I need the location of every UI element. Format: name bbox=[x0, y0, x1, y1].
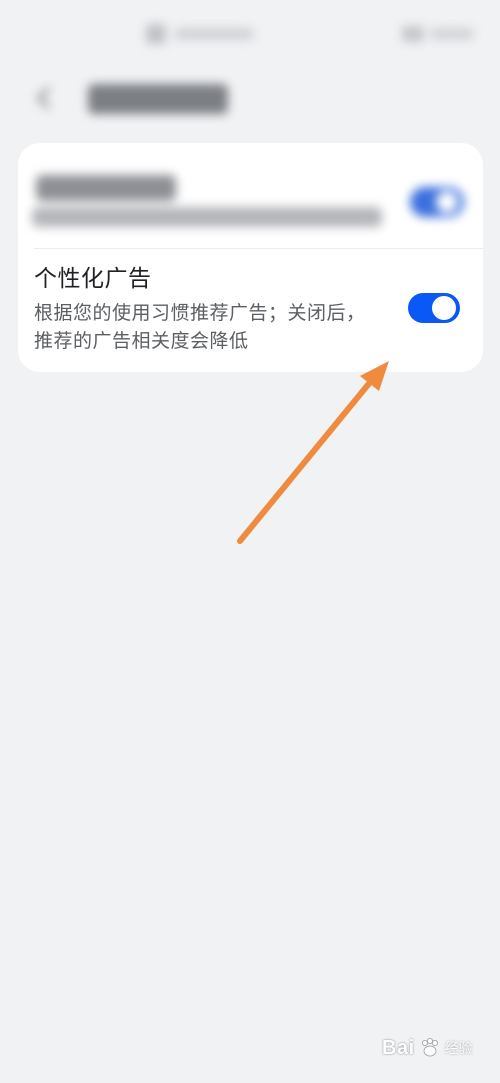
back-arrow-icon[interactable] bbox=[30, 84, 58, 112]
watermark-logo: Bai 经验 bbox=[382, 1024, 492, 1072]
status-indicator-icon bbox=[402, 26, 424, 42]
toggle-knob bbox=[432, 296, 456, 320]
page-header bbox=[0, 70, 500, 130]
status-text-blurred bbox=[430, 28, 474, 40]
settings-card: 个性化广告 根据您的使用习惯推荐广告；关闭后，推荐的广告相关度会降低 bbox=[18, 143, 483, 372]
status-icon bbox=[146, 24, 166, 44]
toggle-switch-blurred[interactable] bbox=[410, 187, 464, 217]
row-description-blurred bbox=[32, 207, 382, 227]
settings-row-blurred[interactable] bbox=[18, 143, 483, 248]
watermark-brand: Bai bbox=[382, 1036, 415, 1059]
watermark-suffix: 经验 bbox=[444, 1041, 473, 1057]
page-title-blurred bbox=[88, 84, 228, 114]
personalized-ads-toggle[interactable] bbox=[408, 293, 460, 323]
toggle-knob bbox=[436, 191, 458, 213]
row-title-blurred bbox=[36, 175, 176, 201]
personalized-ads-title: 个性化广告 bbox=[34, 266, 152, 292]
status-right-blurred bbox=[402, 26, 474, 42]
personalized-ads-description: 根据您的使用习惯推荐广告；关闭后，推荐的广告相关度会降低 bbox=[34, 302, 366, 352]
status-text-blurred bbox=[174, 28, 254, 40]
status-center-blurred bbox=[146, 24, 254, 44]
status-bar bbox=[0, 0, 500, 70]
paw-icon bbox=[421, 1038, 438, 1057]
